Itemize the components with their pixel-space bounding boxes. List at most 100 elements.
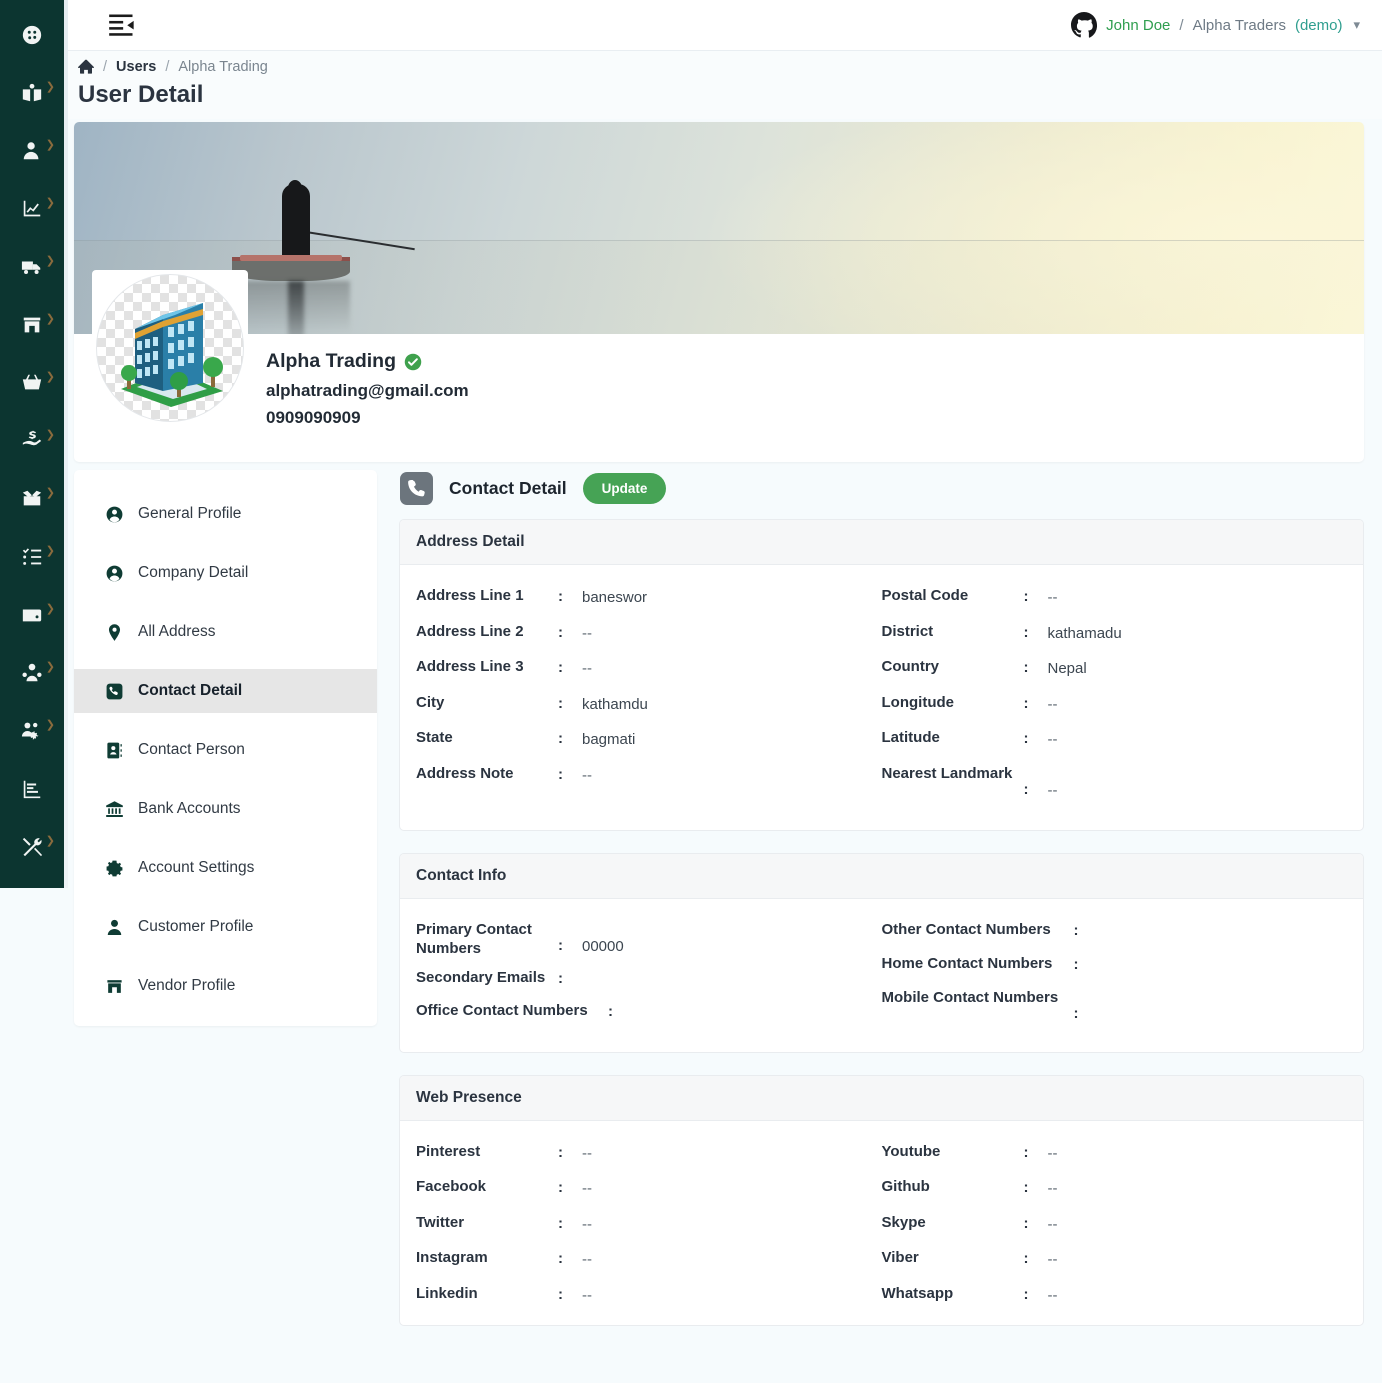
field-colon: : (1023, 1285, 1029, 1303)
chevron-right-icon: ❯ (45, 545, 55, 557)
field-label: Other Contact Numbers (881, 921, 1051, 938)
detail-field: Address Note: -- (416, 765, 882, 786)
field-colon: : (558, 1250, 563, 1267)
field-label: Office Contact Numbers (416, 1002, 588, 1020)
field-colon: : (558, 765, 563, 783)
verified-check-icon (404, 353, 422, 371)
rail-item-customers[interactable]: ❯ (10, 656, 55, 695)
subnav-item-vendor-profile[interactable]: Vendor Profile (74, 964, 377, 1008)
account-org-name: Alpha Traders (1192, 16, 1286, 34)
field-value: -- (1047, 1144, 1058, 1162)
field-value: -- (582, 1286, 592, 1304)
avatar[interactable] (96, 274, 244, 422)
bank-icon (105, 800, 124, 819)
field-label: State (416, 729, 453, 746)
github-icon (1071, 12, 1098, 38)
panel-column-left: Primary Contact Numbers: 00000 Secondary E… (416, 921, 882, 1032)
field-value: -- (1047, 1286, 1058, 1304)
rail-item-inventory[interactable]: ❯ (10, 482, 55, 521)
field-colon: : (1023, 1250, 1029, 1267)
rail-item-delivery[interactable]: ❯ (10, 250, 55, 289)
field-label: Postal Code (881, 587, 969, 604)
account-separator: / (1179, 16, 1184, 34)
panel-title: Contact Info (400, 854, 1363, 899)
field-label: Facebook (416, 1178, 487, 1195)
book-user-icon (21, 82, 43, 109)
subnav-item-contact-detail[interactable]: Contact Detail (74, 669, 377, 713)
subnav-item-account-settings[interactable]: Account Settings (74, 846, 377, 890)
subnav-item-contact-person[interactable]: Contact Person (74, 728, 377, 772)
detail-field: Address Line 3: -- (416, 658, 882, 679)
detail-field: Postal Code: -- (882, 587, 1348, 608)
detail-field: Home Contact Numbers: (882, 955, 1348, 974)
rail-item-tools[interactable]: ❯ (10, 830, 55, 869)
chevron-right-icon: ❯ (45, 487, 55, 499)
rail-item-users[interactable]: ❯ (10, 134, 55, 173)
detail-field: Facebook: -- (416, 1178, 882, 1199)
home-icon[interactable] (78, 59, 94, 75)
chevron-down-icon[interactable]: ▾ (1353, 17, 1360, 33)
update-button[interactable]: Update (582, 473, 667, 504)
banner-fisherman-body (282, 184, 310, 262)
chevron-right-icon: ❯ (45, 371, 55, 383)
subnav-item-general-profile[interactable]: General Profile (74, 492, 377, 536)
breadcrumb-item-users[interactable]: Users (116, 59, 156, 75)
hand-dollar-icon (21, 430, 43, 457)
detail-field: Skype: -- (882, 1214, 1348, 1235)
rail-item-team-settings[interactable]: ❯ (10, 714, 55, 753)
rail-item-reports[interactable]: ❯ (10, 192, 55, 231)
field-value: -- (582, 1251, 592, 1268)
field-colon: : (558, 969, 563, 987)
subnav-item-bank-accounts[interactable]: Bank Accounts (74, 787, 377, 831)
rail-item-wallet[interactable]: ❯ (10, 598, 55, 637)
field-colon: : (608, 1003, 613, 1021)
banner-boat-rim (240, 255, 342, 261)
detail-field: State: bagmati (416, 729, 882, 750)
detail-field: Mobile Contact Numbers: (882, 989, 1348, 1022)
field-label: Address Note (416, 764, 514, 782)
rail-item-dashboard[interactable] (10, 18, 54, 57)
chevron-right-icon: ❯ (45, 661, 55, 673)
panel-column-right: Other Contact Numbers: Home Contact Numbe… (882, 921, 1348, 1032)
field-value: -- (1047, 731, 1058, 748)
account-org-mode: (demo) (1294, 16, 1343, 34)
chevron-right-icon: ❯ (45, 719, 55, 731)
profile-email: alphatrading@gmail.com (266, 381, 469, 400)
users-gear-icon (21, 720, 43, 747)
subnav-item-customer-profile[interactable]: Customer Profile (74, 905, 377, 949)
field-value: baneswor (582, 589, 648, 606)
panel-body: Pinterest: -- Facebook: -- Twitter: -- Instagr… (400, 1121, 1363, 1326)
profile-section-nav: General Profile Company Detail All Address… (74, 470, 377, 1026)
phone-icon (400, 472, 433, 505)
field-colon: : (558, 1214, 563, 1232)
rail-item-sales[interactable]: ❯ (10, 366, 55, 405)
detail-field: City: kathamdu (416, 694, 882, 715)
detail-field: Latitude: -- (882, 729, 1348, 750)
primary-icon-rail: ❯ ❯ ❯ ❯ ❯ ❯ ❯ ❯ ❯ ❯ ❯ ❯ ❯ (0, 0, 64, 888)
rail-item-payments[interactable]: ❯ (10, 424, 55, 463)
detail-field: Youtube: -- (882, 1143, 1348, 1164)
field-label: Nearest Landmark (881, 764, 1013, 782)
list-collapse-icon[interactable] (108, 13, 136, 37)
rail-item-analytics[interactable] (10, 772, 54, 811)
subnav-item-company-detail[interactable]: Company Detail (74, 551, 377, 595)
field-value: -- (1047, 781, 1058, 799)
rail-item-store[interactable]: ❯ (10, 308, 55, 347)
field-value: -- (582, 766, 592, 784)
subnav-item-label: Vendor Profile (138, 977, 236, 994)
field-label: City (416, 693, 445, 711)
subnav-item-all-address[interactable]: All Address (74, 610, 377, 654)
field-label: Address Line 3 (416, 658, 524, 675)
panel-contact-info: Contact Info Primary Contact Numbers: 0000… (399, 853, 1364, 1053)
user-icon (105, 918, 124, 937)
profile-name: Alpha Trading (266, 350, 397, 372)
breadcrumb-slash-2: / (165, 59, 170, 75)
subnav-spacer (74, 654, 377, 669)
field-value: -- (582, 1215, 592, 1233)
field-colon: : (558, 588, 563, 605)
rail-item-tasks[interactable]: ❯ (10, 540, 55, 579)
detail-field: Secondary Emails: (416, 969, 882, 988)
field-colon: : (1073, 922, 1079, 939)
account-menu[interactable]: John Doe / Alpha Traders (demo) ▾ (1071, 12, 1360, 38)
rail-item-catalog[interactable]: ❯ (10, 76, 55, 115)
